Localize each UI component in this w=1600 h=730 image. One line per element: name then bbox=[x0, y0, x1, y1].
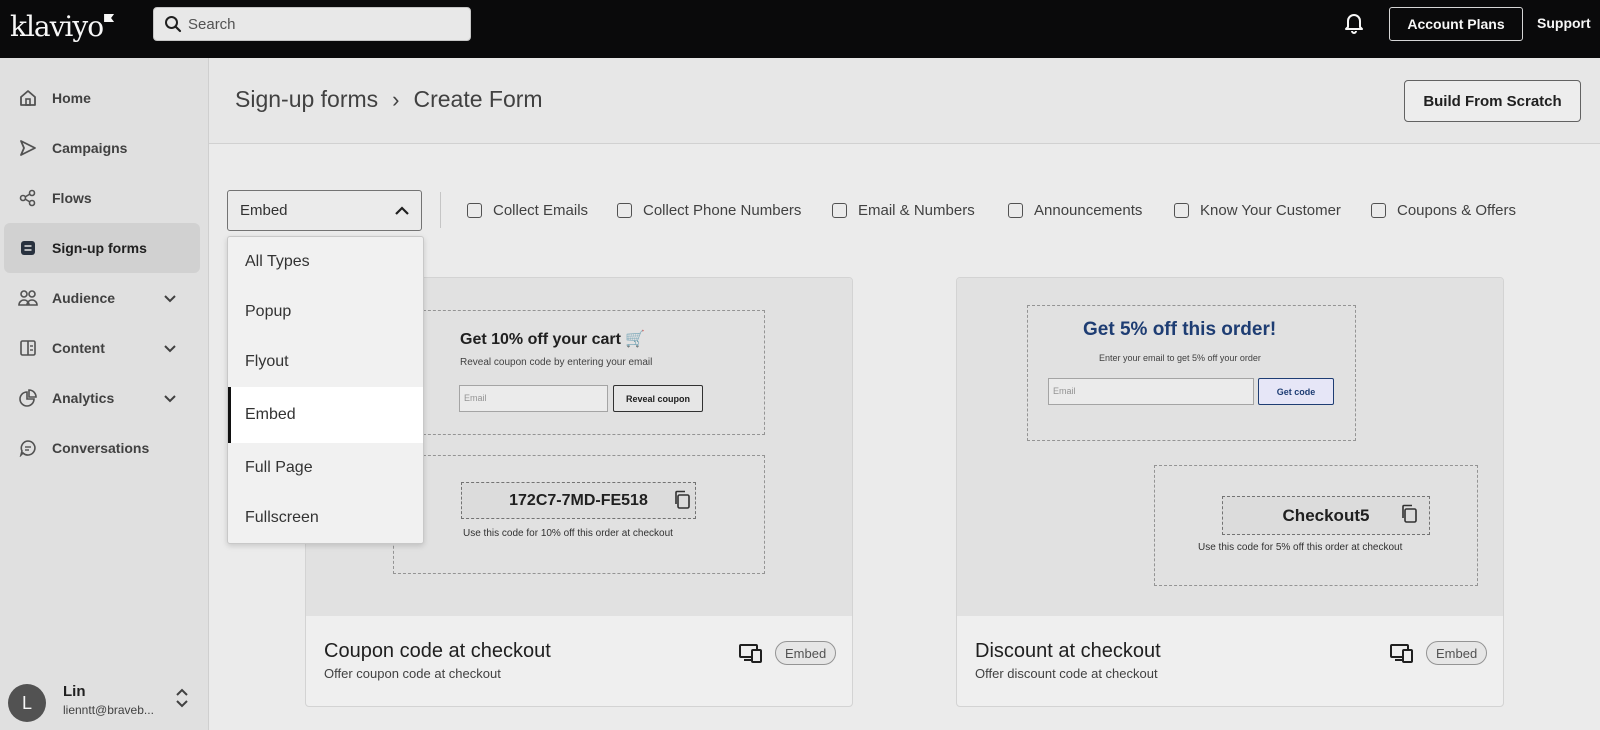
chevron-down-icon[interactable] bbox=[164, 390, 176, 406]
preview-code-note: Use this code for 5% off this order at c… bbox=[1198, 542, 1403, 553]
sidebar-item-label: Analytics bbox=[52, 390, 115, 406]
chat-icon bbox=[18, 438, 38, 458]
klaviyo-logo[interactable]: klaviyo bbox=[10, 10, 115, 43]
home-icon bbox=[18, 88, 38, 108]
page-title: Create Form bbox=[413, 86, 543, 112]
chevron-updown-icon[interactable] bbox=[176, 688, 188, 713]
checkbox-know-your-customer[interactable]: Know Your Customer bbox=[1174, 202, 1341, 219]
avatar: L bbox=[8, 684, 46, 722]
preview-email-input: Email bbox=[459, 385, 608, 412]
preview-reveal-button: Reveal coupon bbox=[613, 385, 703, 412]
menu-item-popup[interactable]: Popup bbox=[228, 287, 423, 337]
flows-icon bbox=[18, 188, 38, 208]
template-card-discount[interactable]: Get 5% off this order! Enter your email … bbox=[956, 277, 1504, 707]
menu-item-fullscreen[interactable]: Fullscreen bbox=[228, 493, 423, 543]
sidebar-item-home[interactable]: Home bbox=[0, 73, 200, 123]
form-type-select[interactable]: Embed bbox=[227, 190, 422, 231]
sidebar-item-label: Sign-up forms bbox=[52, 240, 147, 256]
checkbox-label: Coupons & Offers bbox=[1397, 202, 1516, 219]
devices-icon bbox=[739, 643, 763, 668]
sidebar-item-signup-forms[interactable]: Sign-up forms bbox=[4, 223, 200, 273]
preview-get-code-button: Get code bbox=[1258, 378, 1334, 405]
bell-icon[interactable] bbox=[1344, 12, 1364, 39]
chevron-up-icon bbox=[395, 203, 409, 221]
sidebar-item-label: Content bbox=[52, 340, 105, 356]
template-preview: Get 5% off this order! Enter your email … bbox=[957, 278, 1503, 616]
form-type-badge: Embed bbox=[775, 641, 837, 665]
devices-icon bbox=[1390, 643, 1414, 668]
analytics-icon bbox=[18, 388, 38, 408]
preview-coupon-code: 172C7-7MD-FE518 bbox=[461, 482, 696, 519]
breadcrumb-separator: › bbox=[392, 86, 400, 112]
template-title: Discount at checkout bbox=[975, 640, 1161, 662]
menu-item-flyout[interactable]: Flyout bbox=[228, 337, 423, 387]
sidebar-item-label: Campaigns bbox=[52, 140, 128, 156]
sidebar-item-conversations[interactable]: Conversations bbox=[0, 423, 200, 473]
preview-subtext: Enter your email to get 5% off your orde… bbox=[1099, 353, 1261, 363]
support-link[interactable]: Support bbox=[1537, 15, 1591, 31]
user-email: lienntt@braveb... bbox=[63, 703, 154, 717]
copy-icon bbox=[673, 490, 691, 515]
checkbox-label: Know Your Customer bbox=[1200, 202, 1341, 219]
preview-coupon-code: Checkout5 bbox=[1222, 496, 1430, 535]
preview-heading: Get 10% off your cart 🛒 bbox=[460, 331, 646, 348]
people-icon bbox=[18, 288, 38, 308]
sidebar-item-label: Flows bbox=[52, 190, 92, 206]
menu-item-embed[interactable]: Embed bbox=[228, 387, 423, 443]
search-input[interactable]: Search bbox=[153, 7, 471, 41]
sidebar-item-label: Audience bbox=[52, 290, 116, 306]
send-icon bbox=[18, 138, 38, 158]
page-header: Sign-up forms › Create Form Build From S… bbox=[209, 58, 1600, 144]
menu-item-all-types[interactable]: All Types bbox=[228, 237, 423, 287]
search-placeholder: Search bbox=[188, 16, 236, 33]
top-bar: klaviyo Search Account Plans Support bbox=[0, 0, 1600, 58]
preview-email-input: Email bbox=[1048, 378, 1254, 405]
checkbox-label: Email & Numbers bbox=[858, 202, 975, 219]
sidebar-item-flows[interactable]: Flows bbox=[0, 173, 200, 223]
checkbox-collect-phone-numbers[interactable]: Collect Phone Numbers bbox=[617, 202, 801, 219]
form-type-menu: All Types Popup Flyout Embed Full Page F… bbox=[227, 236, 424, 544]
checkbox-box[interactable] bbox=[617, 203, 632, 218]
sidebar: Home Campaigns Flows Sign-up forms Audie… bbox=[0, 58, 209, 730]
sidebar-item-content[interactable]: Content bbox=[0, 323, 200, 373]
preview-subtext: Reveal coupon code by entering your emai… bbox=[460, 357, 653, 368]
sidebar-item-analytics[interactable]: Analytics bbox=[0, 373, 200, 423]
sidebar-item-label: Conversations bbox=[52, 440, 150, 456]
content-icon bbox=[18, 338, 38, 358]
user-name: Lin bbox=[63, 683, 86, 700]
build-from-scratch-button[interactable]: Build From Scratch bbox=[1404, 80, 1581, 122]
checkbox-announcements[interactable]: Announcements bbox=[1008, 202, 1142, 219]
breadcrumb: Sign-up forms › Create Form bbox=[235, 86, 543, 113]
template-subtitle: Offer coupon code at checkout bbox=[324, 666, 501, 681]
checkbox-box[interactable] bbox=[1371, 203, 1386, 218]
checkbox-box[interactable] bbox=[1174, 203, 1189, 218]
menu-item-full-page[interactable]: Full Page bbox=[228, 443, 423, 493]
checkbox-box[interactable] bbox=[1008, 203, 1023, 218]
chevron-down-icon[interactable] bbox=[164, 290, 176, 306]
checkbox-collect-emails[interactable]: Collect Emails bbox=[467, 202, 588, 219]
copy-icon bbox=[1400, 504, 1418, 529]
checkbox-box[interactable] bbox=[832, 203, 847, 218]
checkbox-email-numbers[interactable]: Email & Numbers bbox=[832, 202, 975, 219]
sidebar-item-label: Home bbox=[52, 90, 91, 106]
preview-code-note: Use this code for 10% off this order at … bbox=[463, 528, 673, 539]
filter-divider bbox=[440, 192, 441, 228]
form-icon bbox=[18, 238, 38, 258]
form-type-badge: Embed bbox=[1426, 641, 1488, 665]
form-type-value: Embed bbox=[240, 202, 288, 219]
chevron-down-icon[interactable] bbox=[164, 340, 176, 356]
checkbox-label: Announcements bbox=[1034, 202, 1143, 219]
preview-heading: Get 5% off this order! bbox=[1083, 319, 1277, 340]
checkbox-coupons-offers[interactable]: Coupons & Offers bbox=[1371, 202, 1516, 219]
sidebar-item-audience[interactable]: Audience bbox=[0, 273, 200, 323]
search-icon bbox=[164, 15, 182, 38]
checkbox-label: Collect Emails bbox=[493, 202, 589, 219]
checkbox-box[interactable] bbox=[467, 203, 482, 218]
template-subtitle: Offer discount code at checkout bbox=[975, 666, 1158, 681]
account-plans-button[interactable]: Account Plans bbox=[1389, 7, 1523, 41]
breadcrumb-signup-forms[interactable]: Sign-up forms bbox=[235, 86, 378, 113]
template-title: Coupon code at checkout bbox=[324, 640, 551, 662]
checkbox-label: Collect Phone Numbers bbox=[643, 202, 802, 219]
sidebar-item-campaigns[interactable]: Campaigns bbox=[0, 123, 200, 173]
